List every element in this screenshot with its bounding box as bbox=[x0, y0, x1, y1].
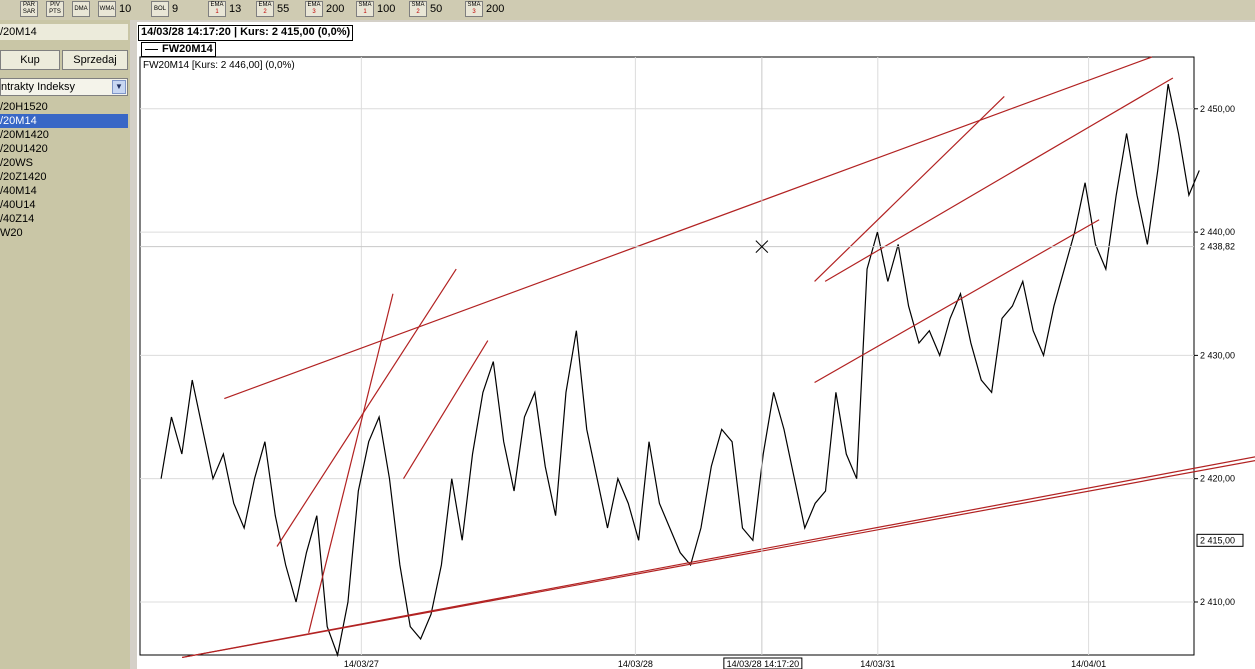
plot-frame bbox=[139, 56, 1195, 656]
legend-label: FW20M14 bbox=[162, 43, 213, 55]
crosshair-x-label: 14/03/28 14:17:20 bbox=[727, 659, 800, 669]
y-tick-label: 2 450,00 bbox=[1200, 104, 1235, 114]
series-legend: FW20M14 bbox=[141, 42, 216, 57]
crosshair-y-label: 2 438,82 bbox=[1200, 242, 1235, 252]
y-tick-label: 2 420,00 bbox=[1200, 474, 1235, 484]
legend-swatch bbox=[145, 49, 158, 50]
x-tick-label: 14/03/28 bbox=[618, 659, 653, 669]
y-tick-label: 2 430,00 bbox=[1200, 350, 1235, 360]
y-tick-label: 2 440,00 bbox=[1200, 227, 1235, 237]
cursor-info: 14/03/28 14:17:20 | Kurs: 2 415,00 (0,0%… bbox=[138, 25, 354, 41]
x-tick-label: 14/03/31 bbox=[860, 659, 895, 669]
series-title: FW20M14 [Kurs: 2 446,00] (0,0%) bbox=[143, 60, 295, 71]
x-tick-label: 14/03/27 bbox=[344, 659, 379, 669]
last-price-label: 2 415,00 bbox=[1200, 535, 1235, 545]
y-tick-label: 2 410,00 bbox=[1200, 597, 1235, 607]
price-chart: 14/03/27 14/03/28 14/03/31 14/04/01 2 410,00… bbox=[139, 56, 1255, 669]
x-tick-label: 14/04/01 bbox=[1071, 659, 1106, 669]
